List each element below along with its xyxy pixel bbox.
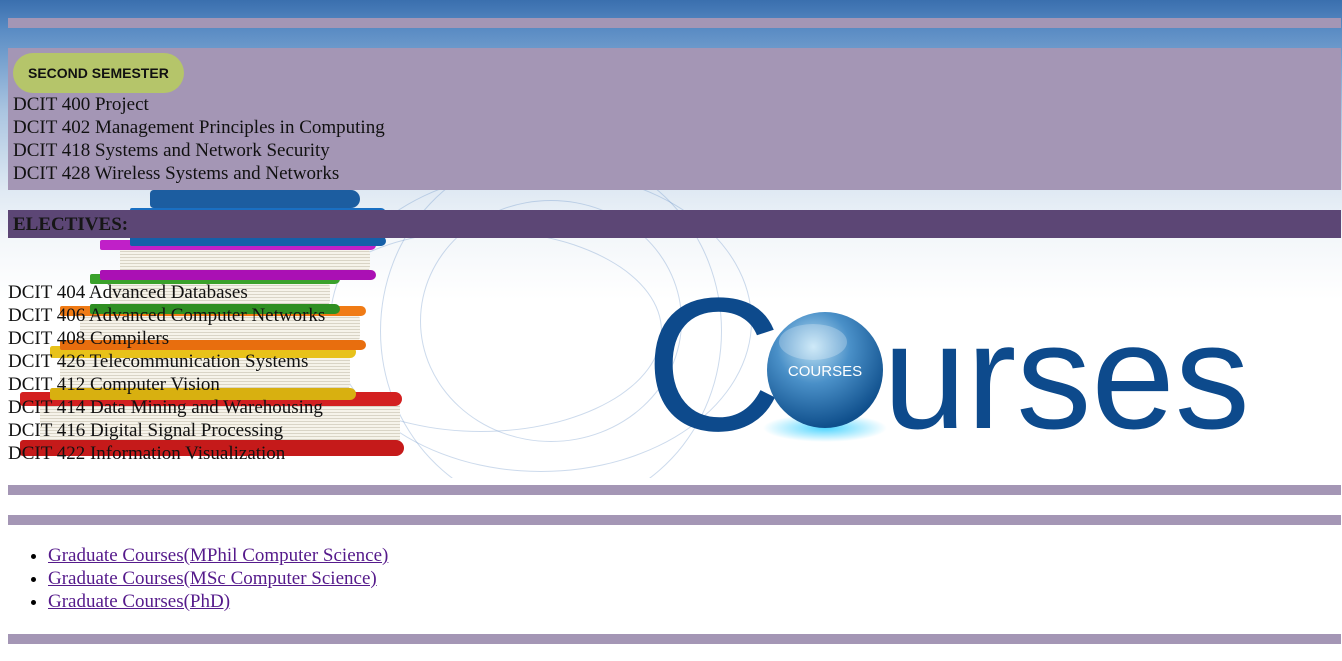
logo-text-rest: urses (883, 292, 1250, 450)
list-item: Graduate Courses(MSc Computer Science) (48, 567, 388, 590)
globe-label: COURSES (788, 363, 862, 380)
electives-course-list: DCIT 404 Advanced Databases DCIT 406 Adv… (8, 281, 325, 465)
link-phd[interactable]: Graduate Courses(PhD) (48, 591, 230, 612)
list-item: Graduate Courses(MPhil Computer Science) (48, 544, 388, 567)
list-item: Graduate Courses(PhD) (48, 590, 388, 613)
list-item: DCIT 404 Advanced Databases (8, 282, 248, 303)
bottom-divider (8, 634, 1341, 644)
list-item: DCIT 426 Telecommunication Systems (8, 351, 309, 372)
electives-heading-bar: ELECTIVES: (8, 210, 1341, 238)
electives-heading: ELECTIVES: (13, 214, 129, 235)
graduate-courses-links: Graduate Courses(MPhil Computer Science)… (8, 544, 388, 613)
second-semester-course-list: DCIT 400 Project DCIT 402 Management Pri… (13, 93, 385, 185)
second-semester-badge: SECOND SEMESTER (13, 53, 184, 93)
logo-letter-c: C (645, 280, 782, 450)
list-item: DCIT 416 Digital Signal Processing (8, 420, 284, 441)
list-item: DCIT 400 Project (13, 94, 149, 115)
divider-1 (8, 485, 1341, 495)
list-item: DCIT 406 Advanced Computer Networks (8, 305, 326, 326)
list-item: DCIT 414 Data Mining and Warehousing (8, 397, 323, 418)
list-item: DCIT 412 Computer Vision (8, 374, 220, 395)
list-item: DCIT 408 Compilers (8, 328, 170, 349)
list-item: DCIT 428 Wireless Systems and Networks (13, 163, 340, 184)
list-item: DCIT 422 Information Visualization (8, 443, 286, 464)
list-item: DCIT 402 Management Principles in Comput… (13, 117, 385, 138)
courses-logo: C COURSES urses (645, 280, 1250, 450)
top-divider (8, 18, 1341, 28)
link-mphil-computer-science[interactable]: Graduate Courses(MPhil Computer Science) (48, 545, 388, 566)
list-item: DCIT 418 Systems and Network Security (13, 140, 330, 161)
link-msc-computer-science[interactable]: Graduate Courses(MSc Computer Science) (48, 568, 377, 589)
divider-2 (8, 515, 1341, 525)
second-semester-panel: SECOND SEMESTER DCIT 400 Project DCIT 40… (8, 48, 1341, 190)
